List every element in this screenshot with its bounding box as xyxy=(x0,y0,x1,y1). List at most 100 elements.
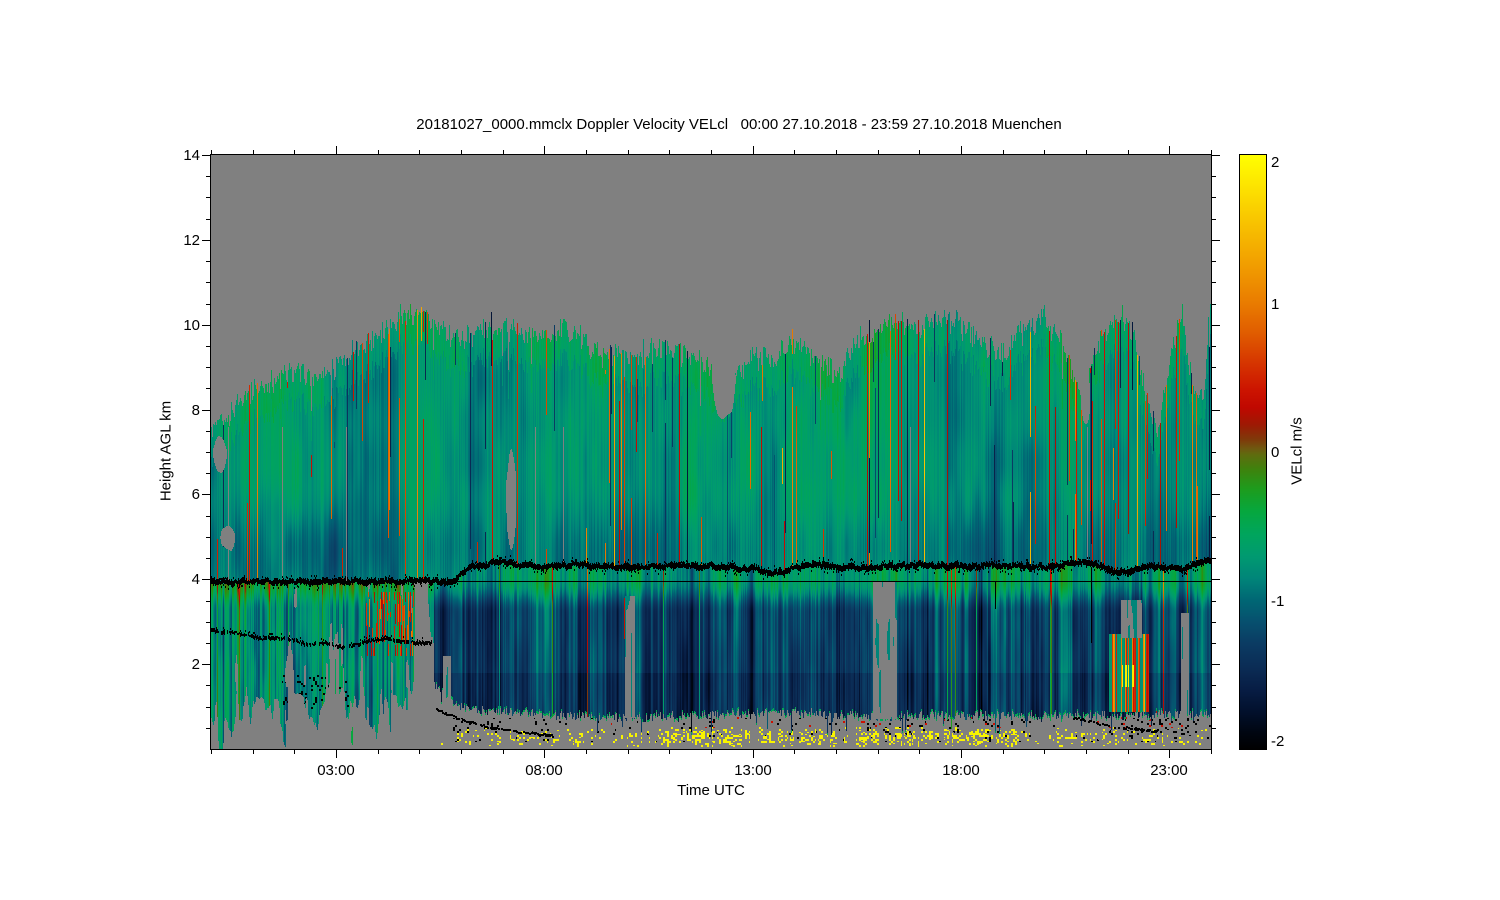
x-axis-tick xyxy=(1086,750,1087,754)
y-axis-tick-right xyxy=(1212,452,1216,453)
x-axis-tick-top xyxy=(753,146,754,154)
colorbar-tick-label: 1 xyxy=(1271,296,1280,313)
y-axis-tick-right xyxy=(1212,494,1220,495)
x-axis-tick-top xyxy=(878,150,879,154)
x-axis-tick xyxy=(878,750,879,754)
x-axis-tick-top xyxy=(253,150,254,154)
y-tick-label: 12 xyxy=(183,232,200,249)
y-axis-tick-right xyxy=(1212,622,1216,623)
x-tick-label: 08:00 xyxy=(525,762,563,779)
x-axis-tick xyxy=(1128,750,1129,754)
y-axis-tick xyxy=(206,707,210,708)
y-axis-tick-right xyxy=(1212,155,1220,156)
y-axis-tick-right xyxy=(1212,579,1220,580)
colorbar xyxy=(1239,154,1267,750)
y-axis-tick xyxy=(206,558,210,559)
y-axis-tick xyxy=(206,282,210,283)
x-axis-tick xyxy=(1044,750,1045,754)
y-axis-tick xyxy=(206,473,210,474)
y-tick-label: 6 xyxy=(191,486,200,503)
colorbar-tick-label: -2 xyxy=(1271,733,1285,750)
y-axis-tick-right xyxy=(1212,388,1216,389)
x-axis-tick-top xyxy=(336,146,337,154)
y-axis-tick-right xyxy=(1212,176,1216,177)
x-axis-tick-top xyxy=(711,150,712,154)
y-axis-tick xyxy=(206,431,210,432)
x-axis-tick-top xyxy=(544,146,545,154)
y-tick-label: 8 xyxy=(191,402,200,419)
y-axis-tick-right xyxy=(1212,240,1220,241)
chart-title: 20181027_0000.mmclx Doppler Velocity VEL… xyxy=(416,116,1062,133)
x-axis-tick-top xyxy=(586,150,587,154)
y-axis-tick xyxy=(206,304,210,305)
x-axis-tick xyxy=(919,750,920,754)
y-axis-tick-right xyxy=(1212,537,1216,538)
y-axis-tick-right xyxy=(1212,304,1216,305)
x-axis-tick-top xyxy=(294,150,295,154)
x-axis-tick-top xyxy=(461,150,462,154)
x-axis-tick-top xyxy=(1003,150,1004,154)
y-axis-tick xyxy=(206,176,210,177)
y-axis-tick xyxy=(206,601,210,602)
x-axis-tick-top xyxy=(628,150,629,154)
y-axis-tick-right xyxy=(1212,685,1216,686)
x-axis-tick-top xyxy=(211,150,212,154)
x-axis-tick-top xyxy=(961,146,962,154)
x-axis-tick xyxy=(586,750,587,754)
y-axis-tick-right xyxy=(1212,728,1216,729)
y-axis-tick-right xyxy=(1212,473,1216,474)
x-axis-tick-top xyxy=(836,150,837,154)
x-axis-tick-top xyxy=(419,150,420,154)
y-axis-tick-right xyxy=(1212,410,1220,411)
y-axis-tick-right xyxy=(1212,558,1216,559)
y-axis-tick-right xyxy=(1212,197,1216,198)
y-axis-tick-right xyxy=(1212,219,1216,220)
colorbar-gradient xyxy=(1240,155,1266,749)
x-tick-label: 18:00 xyxy=(942,762,980,779)
x-axis-label: Time UTC xyxy=(677,782,745,799)
y-axis-tick xyxy=(202,664,210,665)
y-axis-tick xyxy=(206,728,210,729)
y-axis-tick-right xyxy=(1212,367,1216,368)
y-axis-tick xyxy=(202,325,210,326)
y-axis-tick xyxy=(202,494,210,495)
x-tick-label: 03:00 xyxy=(317,762,355,779)
y-tick-label: 2 xyxy=(191,656,200,673)
y-axis-tick xyxy=(202,155,210,156)
x-axis-tick xyxy=(544,750,545,758)
y-axis-tick-right xyxy=(1212,346,1216,347)
y-axis-tick xyxy=(202,240,210,241)
x-axis-tick xyxy=(211,750,212,754)
y-axis-tick-right xyxy=(1212,601,1216,602)
y-axis-tick-right xyxy=(1212,664,1220,665)
x-axis-tick xyxy=(419,750,420,754)
x-axis-tick xyxy=(753,750,754,758)
y-axis-tick xyxy=(206,622,210,623)
x-axis-tick xyxy=(461,750,462,754)
x-axis-tick xyxy=(1003,750,1004,754)
y-axis-tick-right xyxy=(1212,261,1216,262)
x-axis-tick xyxy=(1211,750,1212,754)
x-tick-label: 23:00 xyxy=(1150,762,1188,779)
colorbar-tick-label: 2 xyxy=(1271,154,1280,171)
x-axis-tick xyxy=(836,750,837,754)
velocity-heatmap xyxy=(211,155,1211,749)
y-tick-label: 4 xyxy=(191,571,200,588)
x-axis-tick xyxy=(628,750,629,754)
x-axis-tick xyxy=(336,750,337,758)
y-axis-tick xyxy=(206,388,210,389)
y-axis-tick xyxy=(206,261,210,262)
x-axis-tick-top xyxy=(1211,150,1212,154)
x-axis-tick-top xyxy=(1086,150,1087,154)
doppler-velocity-quicklook: 20181027_0000.mmclx Doppler Velocity VEL… xyxy=(0,0,1500,900)
x-axis-tick xyxy=(253,750,254,754)
x-axis-tick xyxy=(294,750,295,754)
y-axis-tick xyxy=(202,410,210,411)
x-axis-tick xyxy=(503,750,504,754)
x-axis-tick-top xyxy=(1128,150,1129,154)
x-axis-tick-top xyxy=(794,150,795,154)
y-axis-tick xyxy=(206,537,210,538)
y-tick-label: 10 xyxy=(183,317,200,334)
x-axis-tick xyxy=(1169,750,1170,758)
y-axis-tick xyxy=(206,516,210,517)
